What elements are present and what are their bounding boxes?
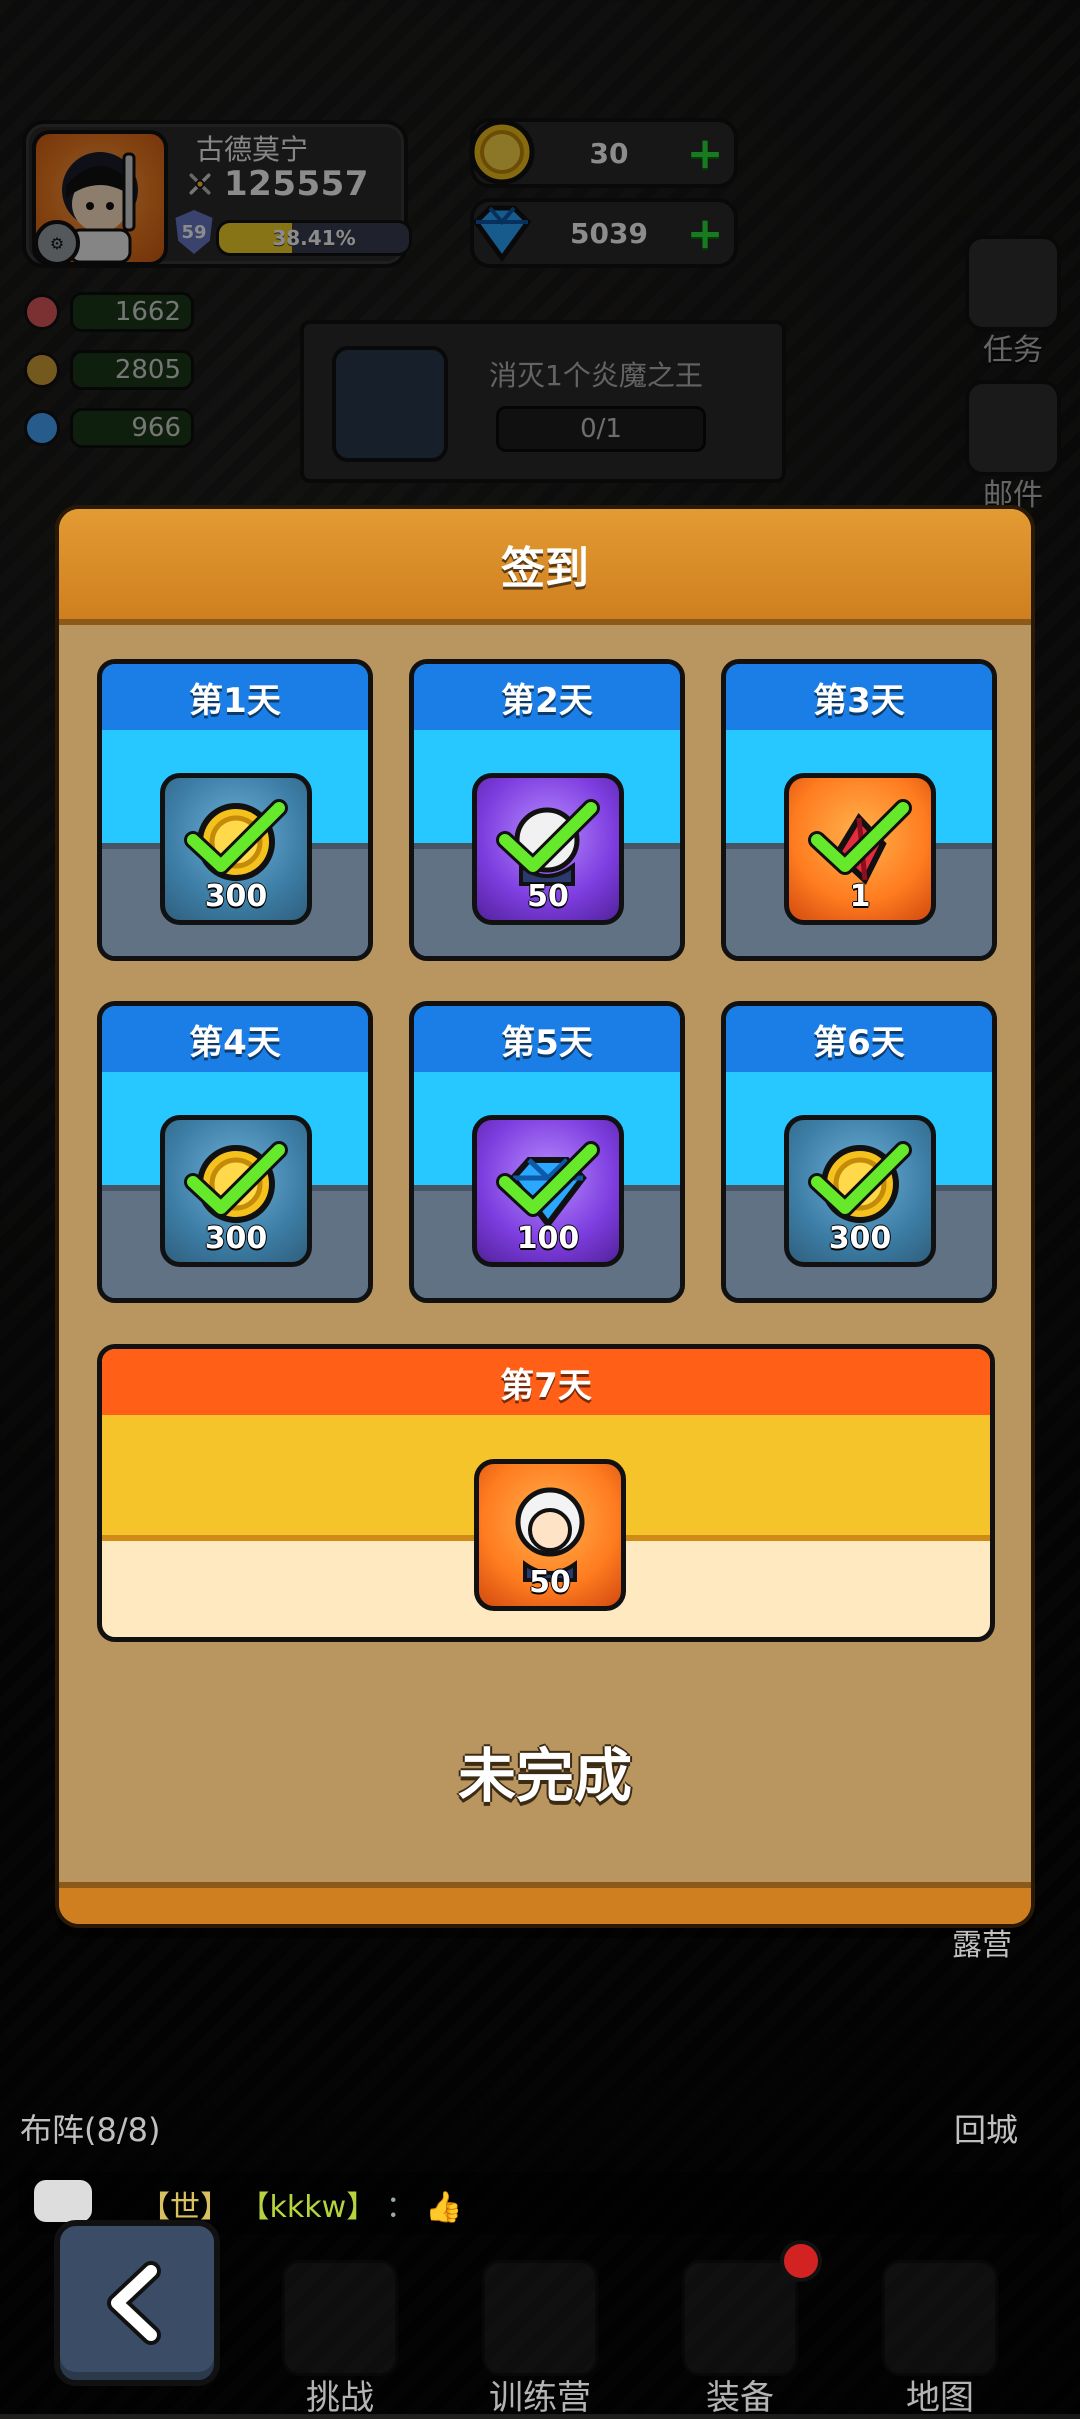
chat-sender: 【kkkw】 — [239, 2190, 377, 2225]
claimed-check-icon — [496, 799, 600, 875]
camp-label[interactable]: 露营 — [952, 1920, 1012, 1964]
claimed-check-icon — [808, 799, 912, 875]
formation-label[interactable]: 布阵(8/8) — [20, 2105, 160, 2151]
nav-equipment[interactable]: 装备 — [655, 2260, 825, 2418]
chat-emoji: 👍 — [425, 2190, 463, 2225]
checkin-day-7-reward: 50 — [474, 1459, 626, 1611]
nav-map[interactable]: 地图 — [855, 2260, 1025, 2418]
checkin-day-4-label: 第4天 — [189, 1022, 281, 1063]
checkin-day-2-header: 第2天 — [414, 664, 680, 730]
checkin-day-7[interactable]: 第7天 50 — [97, 1344, 995, 1642]
checkin-day-2-qty: 50 — [527, 879, 569, 914]
nav-training-camp-label: 训练营 — [489, 2378, 591, 2418]
checkin-day-1-reward: 300 — [160, 773, 312, 925]
modal-header: 签到 — [59, 509, 1031, 625]
armor-icon — [682, 2260, 798, 2376]
checkin-day-5-reward: 100 — [472, 1115, 624, 1267]
target-icon — [482, 2260, 598, 2376]
return-city-label[interactable]: 回城 — [954, 2105, 1018, 2151]
checkin-day-4[interactable]: 第4天 300 — [97, 1001, 373, 1303]
checkin-day-6-label: 第6天 — [813, 1022, 905, 1063]
checkin-day-3-qty: 1 — [849, 879, 871, 914]
nav-map-label: 地图 — [906, 2378, 974, 2418]
checkin-day-2-reward: 50 — [472, 773, 624, 925]
checkin-day-6-reward: 300 — [784, 1115, 936, 1267]
checkin-day-3[interactable]: 第3天 1 — [721, 659, 997, 961]
modal-title: 签到 — [501, 543, 589, 594]
checkin-day-3-header: 第3天 — [726, 664, 992, 730]
nav-challenge-label: 挑战 — [306, 2378, 374, 2418]
chat-icon[interactable] — [34, 2180, 92, 2222]
sword-icon — [282, 2260, 398, 2376]
chat-separator: ： — [385, 2190, 416, 2225]
map-icon — [882, 2260, 998, 2376]
checkin-day-3-label: 第3天 — [813, 680, 905, 721]
checkin-day-1-qty: 300 — [204, 879, 268, 914]
checkin-day-6-qty: 300 — [828, 1221, 892, 1256]
nav-equipment-label: 装备 — [706, 2378, 774, 2418]
claimed-check-icon — [496, 1141, 600, 1217]
daily-checkin-modal: 签到 第1天 300 第2天 50 第3天 1 第4天 300 第5天 100 … — [55, 505, 1035, 1928]
checkin-day-5-qty: 100 — [516, 1221, 580, 1256]
chevron-left-icon — [107, 2261, 161, 2345]
checkin-day-5[interactable]: 第5天 100 — [409, 1001, 685, 1303]
claimed-check-icon — [184, 1141, 288, 1217]
checkin-day-5-header: 第5天 — [414, 1006, 680, 1072]
checkin-day-7-header: 第7天 — [102, 1349, 990, 1415]
checkin-day-2-label: 第2天 — [501, 680, 593, 721]
checkin-day-1-label: 第1天 — [189, 680, 281, 721]
modal-footer — [59, 1882, 1031, 1924]
notification-dot — [780, 2240, 822, 2282]
checkin-day-3-reward: 1 — [784, 773, 936, 925]
checkin-day-5-label: 第5天 — [501, 1022, 593, 1063]
nav-training-camp[interactable]: 训练营 — [455, 2260, 625, 2418]
claimed-check-icon — [184, 799, 288, 875]
checkin-day-2[interactable]: 第2天 50 — [409, 659, 685, 961]
checkin-status-text: 未完成 — [457, 1742, 632, 1810]
checkin-day-7-qty: 50 — [529, 1565, 571, 1600]
checkin-day-1[interactable]: 第1天 300 — [97, 659, 373, 961]
checkin-day-1-header: 第1天 — [102, 664, 368, 730]
claimed-check-icon — [808, 1141, 912, 1217]
checkin-day-6[interactable]: 第6天 300 — [721, 1001, 997, 1303]
checkin-day-4-reward: 300 — [160, 1115, 312, 1267]
back-button[interactable] — [54, 2220, 220, 2386]
checkin-day-4-qty: 300 — [204, 1221, 268, 1256]
nav-challenge[interactable]: 挑战 — [255, 2260, 425, 2418]
checkin-day-6-header: 第6天 — [726, 1006, 992, 1072]
checkin-day-4-header: 第4天 — [102, 1006, 368, 1072]
checkin-day-7-label: 第7天 — [500, 1365, 592, 1406]
